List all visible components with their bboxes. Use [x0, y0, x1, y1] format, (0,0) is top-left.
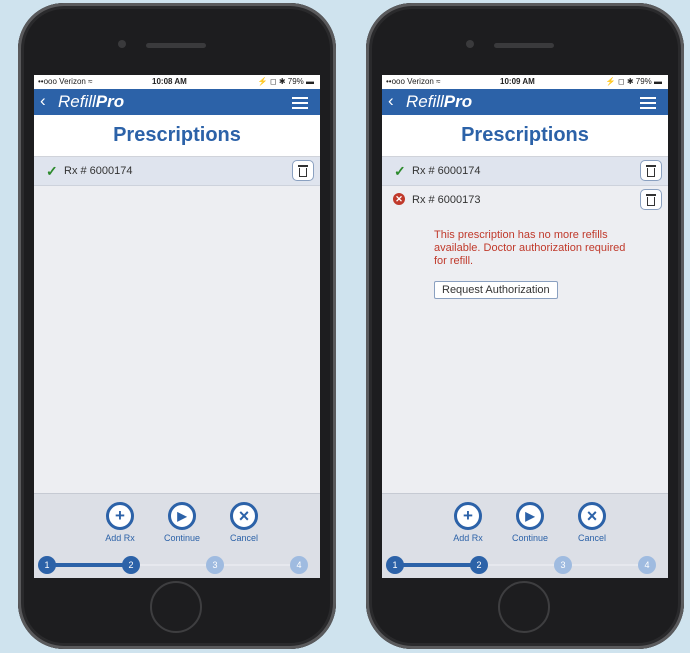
step-1: 1 [386, 556, 404, 574]
plus-circle-icon: + [106, 502, 134, 530]
page-title: Prescriptions [382, 115, 668, 157]
trash-icon[interactable] [292, 160, 314, 181]
earpiece-speaker [494, 43, 554, 48]
app-screen: ••ooo Verizon ≈ 10:09 AM ⚡ ◻ ✱ 79% ▬ ‹ R… [382, 75, 668, 578]
play-circle-icon: ▶ [516, 502, 544, 530]
add-rx-label: Add Rx [453, 533, 483, 543]
continue-button[interactable]: ▶ Continue [504, 502, 556, 543]
app-brand: RefillPro [406, 93, 472, 111]
earpiece-speaker [146, 43, 206, 48]
brand-pro: Pro [95, 92, 125, 111]
camera [118, 40, 126, 48]
progress-track [46, 563, 308, 567]
step-1: 1 [38, 556, 56, 574]
step-4: 4 [638, 556, 656, 574]
hamburger-menu-icon[interactable] [640, 97, 656, 112]
bottom-toolbar: + Add Rx ▶ Continue × Cancel 1 2 3 4 [34, 493, 320, 578]
step-2: 2 [470, 556, 488, 574]
phone-left: ••ooo Verizon ≈ 10:08 AM ⚡ ◻ ✱ 79% ▬ ‹ R… [18, 3, 336, 649]
cancel-button[interactable]: × Cancel [218, 502, 270, 543]
app-screen: ••ooo Verizon ≈ 10:08 AM ⚡ ◻ ✱ 79% ▬ ‹ R… [34, 75, 320, 578]
plus-circle-icon: + [454, 502, 482, 530]
add-rx-label: Add Rx [105, 533, 135, 543]
prescription-row[interactable]: ✓ Rx # 6000174 [382, 157, 668, 186]
continue-label: Continue [511, 533, 549, 543]
cancel-label: Cancel [229, 533, 258, 543]
add-rx-button[interactable]: + Add Rx [442, 502, 494, 543]
app-header: ‹ RefillPro [34, 89, 320, 115]
app-header: ‹ RefillPro [382, 89, 668, 115]
status-bar: ••ooo Verizon ≈ 10:08 AM ⚡ ◻ ✱ 79% ▬ [34, 75, 320, 89]
cancel-button[interactable]: × Cancel [566, 502, 618, 543]
status-indicators: ⚡ ◻ ✱ 79% ▬ [605, 77, 662, 86]
checkmark-icon: ✓ [394, 163, 406, 179]
brand-refill: Refill [406, 92, 444, 111]
step-progress: 1 2 3 4 [382, 556, 668, 574]
brand-pro: Pro [443, 92, 473, 111]
progress-track [394, 563, 656, 567]
cancel-label: Cancel [577, 533, 606, 543]
refill-error-message: This prescription has no more refills av… [434, 229, 626, 267]
step-2: 2 [122, 556, 140, 574]
rx-number: Rx # 6000174 [412, 165, 481, 177]
camera [466, 40, 474, 48]
step-3: 3 [554, 556, 572, 574]
continue-label: Continue [163, 533, 201, 543]
step-progress: 1 2 3 4 [34, 556, 320, 574]
app-brand: RefillPro [58, 93, 124, 111]
brand-refill: Refill [58, 92, 96, 111]
home-button[interactable] [150, 581, 202, 633]
add-rx-button[interactable]: + Add Rx [94, 502, 146, 543]
phone-right: ••ooo Verizon ≈ 10:09 AM ⚡ ◻ ✱ 79% ▬ ‹ R… [366, 3, 684, 649]
progress-fill [46, 563, 134, 567]
status-indicators: ⚡ ◻ ✱ 79% ▬ [257, 77, 314, 86]
clock: 10:08 AM [152, 77, 187, 86]
status-bar: ••ooo Verizon ≈ 10:09 AM ⚡ ◻ ✱ 79% ▬ [382, 75, 668, 89]
carrier-label: ••ooo Verizon ≈ [386, 77, 441, 86]
step-3: 3 [206, 556, 224, 574]
bottom-toolbar: + Add Rx ▶ Continue × Cancel 1 2 3 4 [382, 493, 668, 578]
trash-icon[interactable] [640, 160, 662, 181]
back-chevron-icon[interactable]: ‹ [40, 92, 46, 110]
x-circle-icon: × [230, 502, 258, 530]
trash-icon[interactable] [640, 189, 662, 210]
progress-fill [394, 563, 482, 567]
clock: 10:09 AM [500, 77, 535, 86]
carrier-label: ••ooo Verizon ≈ [38, 77, 93, 86]
request-authorization-button[interactable]: Request Authorization [434, 281, 558, 299]
rx-number: Rx # 6000173 [412, 194, 481, 206]
prescription-row-error[interactable]: ✕ Rx # 6000173 [382, 186, 668, 214]
page-title: Prescriptions [34, 115, 320, 157]
back-chevron-icon[interactable]: ‹ [388, 92, 394, 110]
x-circle-icon: × [578, 502, 606, 530]
play-circle-icon: ▶ [168, 502, 196, 530]
step-4: 4 [290, 556, 308, 574]
error-x-icon: ✕ [393, 193, 405, 205]
hamburger-menu-icon[interactable] [292, 97, 308, 112]
home-button[interactable] [498, 581, 550, 633]
prescription-row[interactable]: ✓ Rx # 6000174 [34, 157, 320, 186]
continue-button[interactable]: ▶ Continue [156, 502, 208, 543]
checkmark-icon: ✓ [46, 163, 58, 179]
rx-number: Rx # 6000174 [64, 165, 133, 177]
